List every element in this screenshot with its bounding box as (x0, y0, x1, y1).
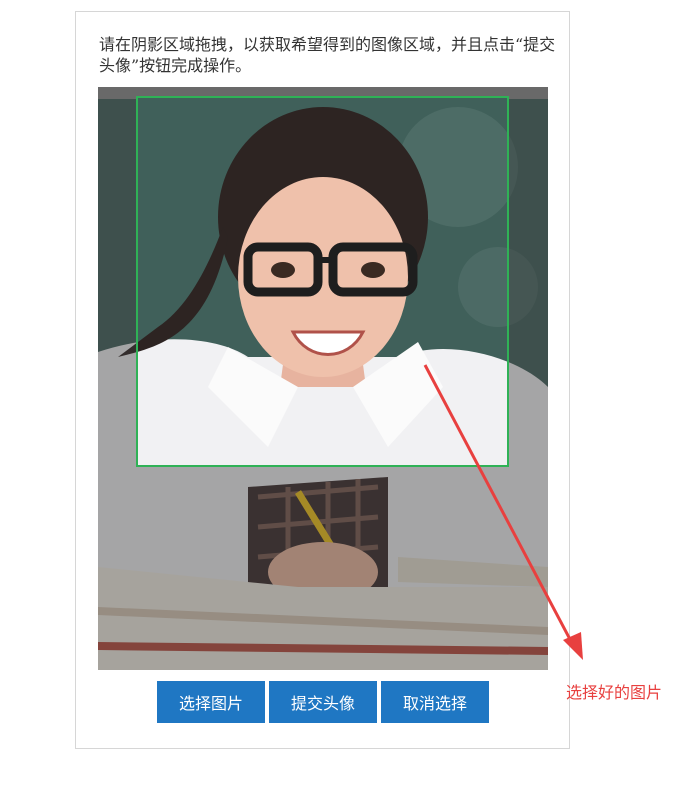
source-photo[interactable] (98, 87, 548, 670)
select-image-button[interactable]: 选择图片 (157, 681, 265, 723)
annotation-label: 选择好的图片 (566, 683, 663, 702)
crop-preview-image (138, 98, 507, 465)
avatar-crop-panel: 请在阴影区域拖拽，以获取希望得到的图像区域，并且点击“提交头像”按钮完成操作。 (75, 11, 570, 749)
submit-avatar-button[interactable]: 提交头像 (269, 681, 377, 723)
cancel-selection-button[interactable]: 取消选择 (381, 681, 489, 723)
action-buttons: 选择图片 提交头像 取消选择 (157, 681, 489, 723)
crop-selection-box[interactable] (136, 96, 509, 467)
instructions-text: 请在阴影区域拖拽，以获取希望得到的图像区域，并且点击“提交头像”按钮完成操作。 (99, 35, 556, 75)
